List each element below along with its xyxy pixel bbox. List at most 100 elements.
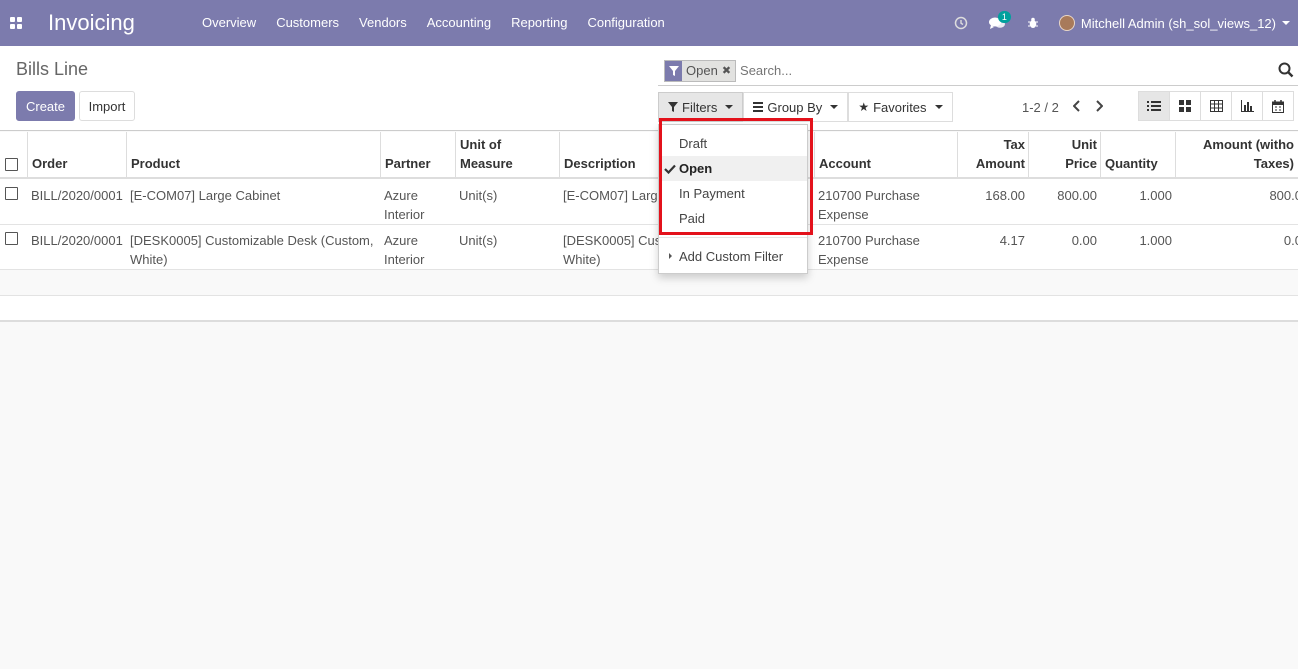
cell-unit-price: 800.00	[1057, 188, 1097, 203]
control-panel: Bills Line Create Import Open ✖ Filters …	[0, 46, 1298, 131]
filters-label: Filters	[682, 99, 718, 115]
column-header-quantity[interactable]: Quantity	[1100, 132, 1176, 179]
filters-button[interactable]: Filters	[658, 92, 744, 122]
column-header-order[interactable]: Order	[27, 132, 127, 179]
create-button[interactable]: Create	[16, 91, 75, 121]
check-icon	[664, 156, 676, 182]
menu-overview[interactable]: Overview	[192, 0, 266, 46]
cell-uom: Unit(s)	[459, 188, 498, 203]
cell-description: [E-COM07] Larg	[563, 188, 658, 203]
calendar-view-icon[interactable]	[1262, 91, 1294, 121]
star-icon: ★	[858, 100, 870, 114]
cell-tax-amount: 168.00	[985, 188, 1025, 203]
chevron-down-icon	[1282, 21, 1290, 25]
apps-menu-icon[interactable]	[0, 0, 32, 46]
close-icon[interactable]: ✖	[722, 64, 735, 77]
column-header-partner[interactable]: Partner	[380, 132, 456, 179]
row-divider	[0, 224, 1298, 225]
filter-open-label: Open	[679, 161, 713, 176]
pager: 1-2 / 2	[1022, 99, 1104, 115]
add-custom-filter[interactable]: Add Custom Filter	[659, 244, 807, 269]
chevron-down-icon	[725, 105, 734, 109]
cell-amount: 800.0	[1269, 188, 1298, 203]
chevron-down-icon	[830, 105, 839, 109]
filter-icon	[665, 60, 682, 81]
cell-product: [DESK0005] Customizable Desk (Custom, Whi…	[130, 233, 374, 267]
cell-quantity: 1.000	[1139, 188, 1172, 203]
import-button[interactable]: Import	[79, 91, 135, 121]
search-facet: Open ✖	[664, 59, 737, 82]
filter-draft[interactable]: Draft	[659, 131, 807, 156]
menu-configuration[interactable]: Configuration	[577, 0, 674, 46]
search-input[interactable]	[740, 63, 1261, 78]
search-bar: Open ✖	[658, 56, 1298, 86]
column-header-uom[interactable]: Unit of Measure	[455, 132, 560, 179]
chevron-left-icon[interactable]	[1072, 99, 1081, 115]
cell-partner: Azure Interior	[384, 188, 425, 222]
cell-tax-amount: 4.17	[999, 233, 1025, 248]
filter-open[interactable]: Open	[659, 156, 807, 181]
search-options: Filters Group By ★ Favorites	[658, 92, 953, 122]
column-header-amount[interactable]: Amount (witho Taxes)	[1175, 132, 1298, 179]
cell-amount: 0.0	[1283, 233, 1298, 248]
user-menu[interactable]: Mitchell Admin (sh_sol_views_12)	[1051, 15, 1298, 31]
list-view-icon[interactable]	[1138, 91, 1170, 121]
chevron-right-icon[interactable]	[1095, 99, 1104, 115]
facet-label: Open	[686, 63, 718, 78]
column-header-tax-amount[interactable]: Tax Amount	[957, 132, 1029, 179]
menu-reporting[interactable]: Reporting	[501, 0, 577, 46]
table-footer	[0, 320, 1298, 322]
favorites-button[interactable]: ★ Favorites	[848, 92, 953, 122]
search-icon[interactable]	[1278, 62, 1294, 78]
cell-account: 210700 Purchase Expense	[818, 233, 920, 267]
messages-badge: 1	[997, 11, 1011, 23]
empty-row	[0, 270, 1298, 295]
row-checkbox[interactable]	[5, 232, 18, 245]
cell-unit-price: 0.00	[1071, 233, 1097, 248]
cell-quantity: 1.000	[1139, 233, 1172, 248]
cell-account: 210700 Purchase Expense	[818, 188, 920, 222]
filters-dropdown: Draft Open In Payment Paid Add Custom Fi…	[658, 124, 808, 274]
cell-product: [E-COM07] Large Cabinet	[130, 188, 281, 203]
caret-right-icon	[669, 253, 672, 259]
main-menu: Overview Customers Vendors Accounting Re…	[192, 0, 675, 46]
user-name: Mitchell Admin (sh_sol_views_12)	[1080, 15, 1276, 31]
debug-bug-icon[interactable]	[1015, 0, 1051, 46]
clock-icon[interactable]	[943, 0, 979, 46]
view-switcher	[1138, 91, 1294, 121]
filter-in-payment[interactable]: In Payment	[659, 181, 807, 206]
messages-icon[interactable]: 1	[979, 0, 1015, 46]
avatar	[1058, 15, 1075, 31]
row-checkbox[interactable]	[5, 187, 18, 200]
cell-uom: Unit(s)	[459, 233, 498, 248]
cell-partner: Azure Interior	[384, 233, 425, 267]
top-navbar: Invoicing Overview Customers Vendors Acc…	[0, 0, 1298, 46]
group-by-button[interactable]: Group By	[743, 92, 849, 122]
filter-icon	[668, 102, 678, 112]
app-title[interactable]: Invoicing	[48, 10, 176, 36]
column-header-unit-price[interactable]: Unit Price	[1028, 132, 1101, 179]
group-bars-icon	[753, 101, 764, 113]
kanban-view-icon[interactable]	[1169, 91, 1201, 121]
favorites-label: Favorites	[873, 99, 927, 115]
column-header-product[interactable]: Product	[126, 132, 381, 179]
graph-view-icon[interactable]	[1231, 91, 1263, 121]
dropdown-divider	[659, 237, 807, 238]
pager-value[interactable]: 1-2 / 2	[1022, 100, 1059, 115]
list-table: Order Product Partner Unit of Measure Des…	[0, 132, 1298, 322]
select-all-checkbox[interactable]	[5, 158, 18, 171]
page-title: Bills Line	[16, 59, 89, 79]
menu-accounting[interactable]: Accounting	[417, 0, 501, 46]
cell-order: BILL/2020/0001	[31, 233, 123, 248]
pivot-view-icon[interactable]	[1200, 91, 1232, 121]
row-divider	[0, 295, 1298, 296]
cell-order: BILL/2020/0001	[31, 188, 123, 203]
select-all-header	[0, 132, 27, 179]
menu-vendors[interactable]: Vendors	[349, 0, 417, 46]
filter-paid[interactable]: Paid	[659, 206, 807, 231]
navbar-right: 1 Mitchell Admin (sh_sol_views_12)	[943, 0, 1298, 46]
cell-description: [DESK0005] Cus White)	[563, 233, 662, 267]
group-by-label: Group By	[767, 99, 823, 115]
column-header-account[interactable]: Account	[814, 132, 958, 179]
menu-customers[interactable]: Customers	[266, 0, 349, 46]
